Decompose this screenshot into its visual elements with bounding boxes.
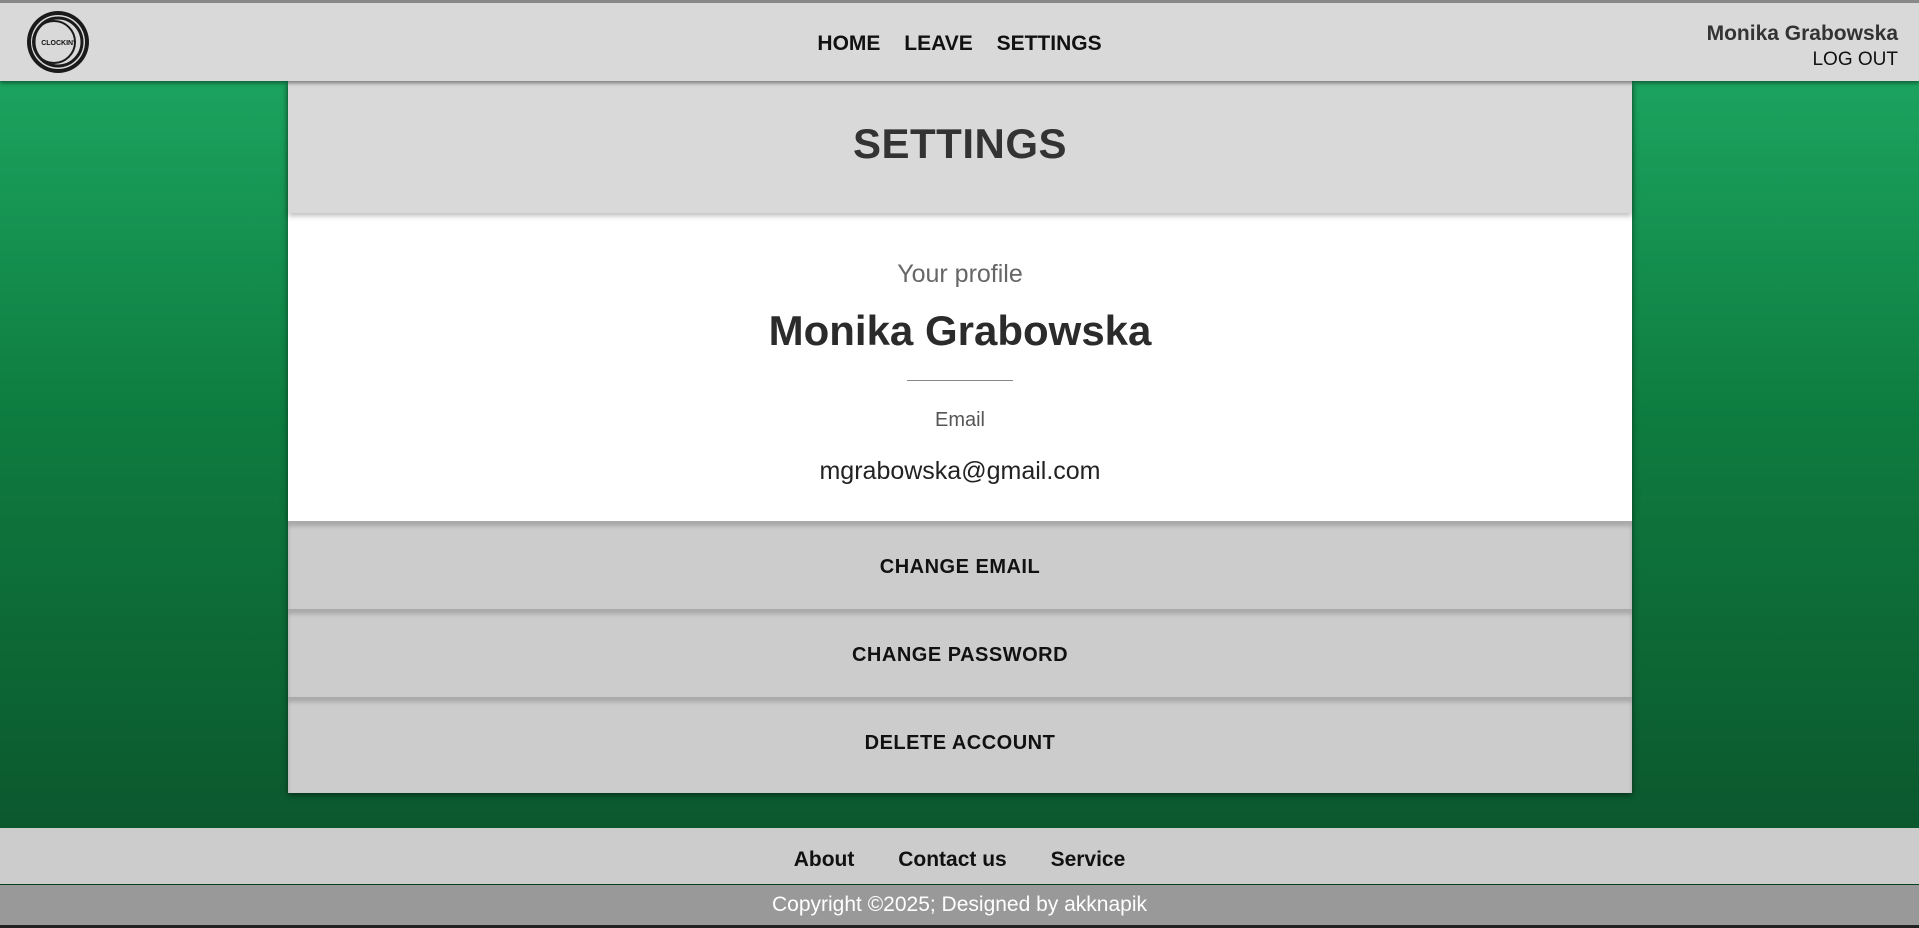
top-navbar: CLOCKIN' HOME LEAVE SETTINGS Monika Grab… (0, 0, 1919, 81)
nav-home-link[interactable]: HOME (817, 32, 880, 56)
page-title: SETTINGS (288, 81, 1632, 213)
nav-settings-link[interactable]: SETTINGS (997, 32, 1102, 56)
profile-divider (907, 380, 1013, 381)
footer-contact-link[interactable]: Contact us (898, 828, 1007, 892)
email-label: Email (934, 409, 985, 431)
footer-service-link[interactable]: Service (1051, 828, 1126, 892)
change-email-button[interactable]: CHANGE EMAIL (288, 521, 1632, 609)
current-user-name: Monika Grabowska (1706, 22, 1898, 45)
email-value: mgrabowska@gmail.com (819, 457, 1101, 485)
settings-panel: SETTINGS Your profile Monika Grabowska E… (288, 81, 1632, 793)
copyright-text: Copyright ©2025; Designed by akknapik (0, 885, 1919, 928)
logout-link[interactable]: LOG OUT (1707, 47, 1898, 73)
profile-label: Your profile (897, 260, 1023, 288)
footer-links: About Contact us Service (0, 828, 1919, 884)
delete-account-button[interactable]: DELETE ACCOUNT (288, 697, 1632, 793)
profile-full-name: Monika Grabowska (768, 307, 1152, 354)
profile-card: Your profile Monika Grabowska Email mgra… (288, 213, 1632, 521)
nav-leave-link[interactable]: LEAVE (904, 32, 972, 56)
change-password-button[interactable]: CHANGE PASSWORD (288, 609, 1632, 697)
main-nav: HOME LEAVE SETTINGS (0, 32, 1919, 56)
footer-about-link[interactable]: About (794, 828, 855, 892)
user-box: Monika Grabowska LOG OUT (1707, 21, 1898, 73)
